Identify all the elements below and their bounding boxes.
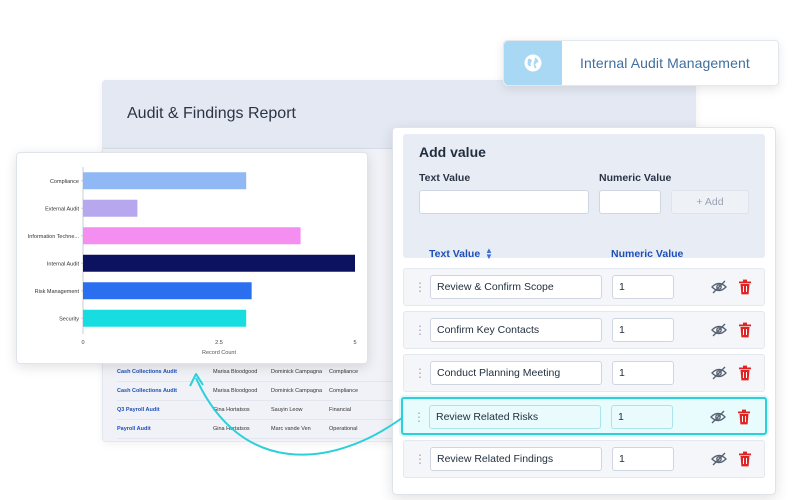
- row-numeric-input[interactable]: 1: [612, 447, 674, 471]
- audit-name-link[interactable]: Cash Collections Audit: [117, 388, 213, 394]
- owner-cell: Gina Hortatsos: [213, 426, 250, 432]
- add-value-panel: Add value Text Value Numeric Value + Add…: [392, 127, 776, 495]
- drag-handle-icon[interactable]: ⋮⋮: [414, 452, 437, 466]
- text-value-input[interactable]: [419, 190, 589, 214]
- drag-handle-icon[interactable]: ⋮⋮: [414, 280, 437, 294]
- hide-icon[interactable]: [711, 452, 727, 466]
- hide-icon[interactable]: [711, 323, 727, 337]
- bar: [83, 254, 355, 272]
- panel-title: Add value: [419, 144, 486, 160]
- reviewer-cell: Marc vande Ven: [271, 426, 311, 432]
- drag-handle-icon[interactable]: ⋮⋮: [414, 323, 437, 337]
- bar: [83, 282, 252, 300]
- drag-handle-icon[interactable]: ⋮⋮: [414, 366, 437, 380]
- category-label: Compliance: [50, 179, 79, 185]
- audit-name-link[interactable]: Cash Collections Audit: [117, 369, 213, 375]
- row-text-input[interactable]: Confirm Key Contacts: [430, 318, 602, 342]
- hide-icon[interactable]: [711, 366, 727, 380]
- x-tick-label: 5: [353, 340, 356, 346]
- reviewer-cell: Dominick Campagna: [271, 388, 323, 394]
- text-value-label: Text Value: [419, 172, 471, 184]
- stage: Audit & Findings Report Cash Collections…: [0, 0, 800, 500]
- audit-name-link[interactable]: Payroll Audit: [117, 426, 213, 432]
- numeric-value-input[interactable]: [599, 190, 661, 214]
- type-cell: Financial: [329, 407, 352, 413]
- delete-icon[interactable]: [738, 279, 752, 295]
- chart-svg: Compliance External Audit Information Tech…: [28, 167, 357, 356]
- value-row[interactable]: ⋮⋮ Review Related Risks 1: [401, 397, 767, 435]
- bar: [83, 309, 247, 327]
- row-text-input[interactable]: Review Related Findings: [430, 447, 602, 471]
- category-label: Security: [59, 316, 79, 322]
- category-label: Information Techne...: [28, 234, 80, 240]
- x-axis-label: Record Count: [202, 350, 236, 356]
- audit-name-link[interactable]: Q3 Payroll Audit: [117, 407, 213, 413]
- value-row[interactable]: ⋮⋮ Conduct Planning Meeting 1: [403, 354, 765, 392]
- delete-icon[interactable]: [738, 322, 752, 338]
- column-header-text-value[interactable]: Text Value: [429, 248, 480, 260]
- column-header-numeric-value[interactable]: Numeric Value: [611, 248, 683, 260]
- type-cell: Compliance: [329, 388, 359, 394]
- owner-cell: Marisa Bloodgood: [213, 369, 258, 375]
- category-label: Internal Audit: [47, 261, 80, 267]
- row-numeric-input[interactable]: 1: [611, 405, 673, 429]
- badge-label: Internal Audit Management: [580, 55, 750, 71]
- category-label: External Audit: [45, 206, 79, 212]
- type-cell: Compliance: [329, 369, 359, 375]
- row-text-input[interactable]: Review Related Risks: [429, 405, 601, 429]
- row-numeric-input[interactable]: 1: [612, 275, 674, 299]
- row-text-input[interactable]: Review & Confirm Scope: [430, 275, 602, 299]
- type-cell: Operational: [329, 426, 358, 432]
- delete-icon[interactable]: [737, 409, 751, 425]
- bar: [83, 172, 247, 190]
- x-tick-label: 2.5: [215, 340, 223, 346]
- records-bar-chart: Compliance External Audit Information Tech…: [16, 152, 368, 364]
- drag-handle-icon[interactable]: ⋮⋮: [413, 410, 436, 424]
- row-numeric-input[interactable]: 1: [612, 361, 674, 385]
- add-button[interactable]: + Add: [671, 190, 749, 214]
- reviewer-cell: Sauyin Leow: [271, 407, 303, 413]
- sort-icon[interactable]: ▲ ▼: [485, 247, 493, 261]
- category-label: Risk Management: [35, 289, 80, 295]
- x-tick-label: 0: [81, 340, 84, 346]
- row-numeric-input[interactable]: 1: [612, 318, 674, 342]
- report-title: Audit & Findings Report: [127, 105, 296, 122]
- add-value-form: Add value Text Value Numeric Value + Add: [403, 134, 765, 258]
- value-row[interactable]: ⋮⋮ Review Related Findings 1: [403, 440, 765, 478]
- numeric-value-label: Numeric Value: [599, 172, 672, 184]
- owner-cell: Marisa Bloodgood: [213, 388, 258, 394]
- reviewer-cell: Dominick Campagna: [271, 369, 323, 375]
- bar: [83, 227, 301, 245]
- delete-icon[interactable]: [738, 451, 752, 467]
- delete-icon[interactable]: [738, 365, 752, 381]
- internal-audit-badge[interactable]: Internal Audit Management: [503, 40, 779, 86]
- bar: [83, 199, 138, 217]
- hide-icon[interactable]: [710, 410, 726, 424]
- value-row[interactable]: ⋮⋮ Review & Confirm Scope 1: [403, 268, 765, 306]
- globe-icon: [504, 41, 562, 85]
- hide-icon[interactable]: [711, 280, 727, 294]
- value-row[interactable]: ⋮⋮ Confirm Key Contacts 1: [403, 311, 765, 349]
- owner-cell: Gina Hortatsos: [213, 407, 250, 413]
- row-text-input[interactable]: Conduct Planning Meeting: [430, 361, 602, 385]
